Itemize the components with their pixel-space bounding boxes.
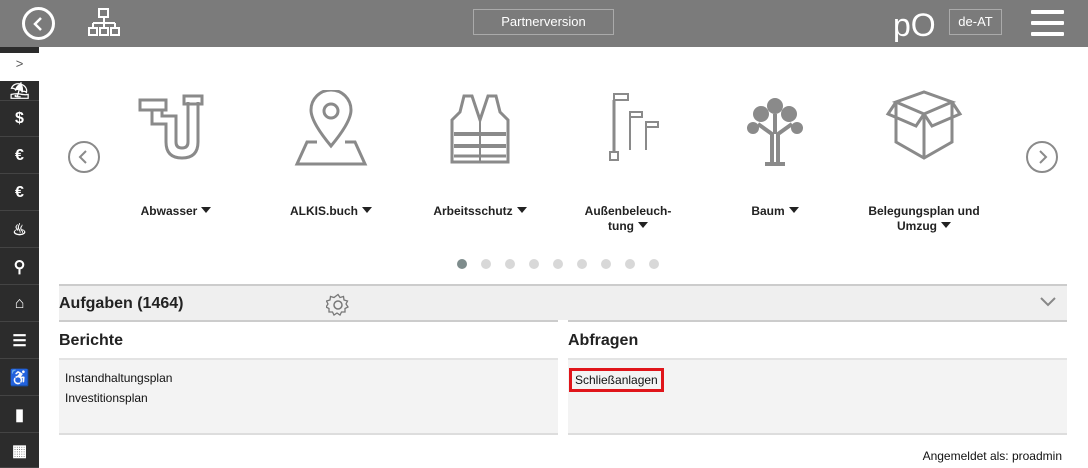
hamburger-icon[interactable]: [1031, 10, 1064, 36]
category-label: ALKIS.buch: [290, 204, 358, 218]
pagination-dot[interactable]: [505, 259, 515, 269]
pagination-dot[interactable]: [481, 259, 491, 269]
caret-down-icon[interactable]: [941, 222, 951, 228]
category-label-line1: Belegungsplan und: [868, 204, 980, 218]
category-alkis[interactable]: ALKIS.buch: [256, 88, 406, 218]
street-light-icon: [588, 90, 668, 170]
pagination-dot[interactable]: [601, 259, 611, 269]
caret-down-icon[interactable]: [516, 207, 527, 213]
carousel-prev-button[interactable]: [68, 141, 100, 173]
category-arbeitsschutz[interactable]: Arbeitsschutz: [405, 90, 555, 218]
pagination-dot[interactable]: [457, 259, 467, 269]
category-belegungsplan[interactable]: Belegungsplan und Umzug: [849, 90, 999, 233]
chevron-down-icon[interactable]: [1039, 295, 1057, 313]
sitemap-icon[interactable]: [88, 8, 120, 43]
flame-icon[interactable]: ♨: [0, 212, 39, 248]
category-label: Baum: [751, 204, 785, 218]
safety-vest-icon: [440, 90, 520, 170]
extinguisher-icon[interactable]: ▮: [0, 397, 39, 433]
euro-arrows-icon[interactable]: €: [0, 138, 39, 174]
pagination-dot[interactable]: [577, 259, 587, 269]
aufgaben-title: Aufgaben (1464): [59, 295, 184, 312]
pagination-dot[interactable]: [625, 259, 635, 269]
sidebar-toggle[interactable]: >: [0, 53, 39, 81]
pagination-dot[interactable]: [529, 259, 539, 269]
person-desk-icon[interactable]: ⛱: [0, 81, 39, 101]
pagination-dot[interactable]: [649, 259, 659, 269]
pipe-icon: [136, 90, 216, 170]
category-label-line1: Außenbeleuch-: [584, 204, 672, 218]
list-icon[interactable]: ☰: [0, 323, 39, 359]
back-icon[interactable]: [22, 7, 55, 40]
caret-down-icon[interactable]: [788, 207, 799, 213]
partner-version-button[interactable]: Partnerversion: [473, 9, 614, 35]
report-link[interactable]: Investitionsplan: [65, 388, 172, 408]
carousel-pagination: [457, 259, 673, 269]
abfragen-title: Abfragen: [568, 332, 639, 349]
satellite-icon[interactable]: ⚲: [0, 249, 39, 285]
tree-icon: [735, 90, 815, 170]
caret-down-icon[interactable]: [362, 207, 372, 213]
caret-down-icon[interactable]: [638, 222, 648, 228]
map-pin-icon: [291, 88, 371, 170]
berichte-title: Berichte: [59, 332, 124, 349]
dollar-icon[interactable]: $: [0, 101, 39, 137]
abfragen-panel: Abfragen Schließanlagen: [568, 320, 1067, 435]
box-icon: [884, 90, 964, 170]
house-icon[interactable]: ⌂: [0, 286, 39, 322]
top-bar: Partnerversion pO de-AT: [0, 0, 1088, 47]
caret-down-icon[interactable]: [201, 207, 212, 213]
map-icon[interactable]: ▦: [0, 434, 39, 468]
pagination-dot[interactable]: [553, 259, 563, 269]
category-label-line2: tung: [608, 219, 634, 233]
category-aussenbeleuchtung[interactable]: Außenbeleuch- tung: [553, 90, 703, 233]
carousel-next-button[interactable]: [1026, 141, 1058, 173]
category-label-line2: Umzug: [897, 219, 937, 233]
logo: pO: [893, 6, 941, 47]
language-selector[interactable]: de-AT: [949, 9, 1002, 35]
report-link[interactable]: Instandhaltungsplan: [65, 368, 172, 388]
category-baum[interactable]: Baum: [700, 90, 850, 218]
berichte-panel: Berichte Instandhaltungsplan Investition…: [59, 320, 558, 435]
query-link-schliessanlagen[interactable]: Schließanlagen: [569, 368, 664, 392]
chair-icon[interactable]: ♿: [0, 360, 39, 396]
euro-search-icon[interactable]: €: [0, 175, 39, 211]
aufgaben-header[interactable]: Aufgaben (1464): [59, 284, 1067, 320]
category-label: Abwasser: [140, 204, 198, 218]
login-status: Angemeldet als: proadmin: [922, 449, 1062, 463]
svg-text:pO: pO: [893, 7, 936, 42]
gear-icon[interactable]: [325, 293, 350, 322]
category-abwasser[interactable]: Abwasser: [101, 90, 251, 218]
category-label: Arbeitsschutz: [433, 204, 513, 218]
sidebar: > ⛱ $ € € ♨ ⚲ ⌂ ☰ ♿ ▮ ▦: [0, 47, 39, 468]
